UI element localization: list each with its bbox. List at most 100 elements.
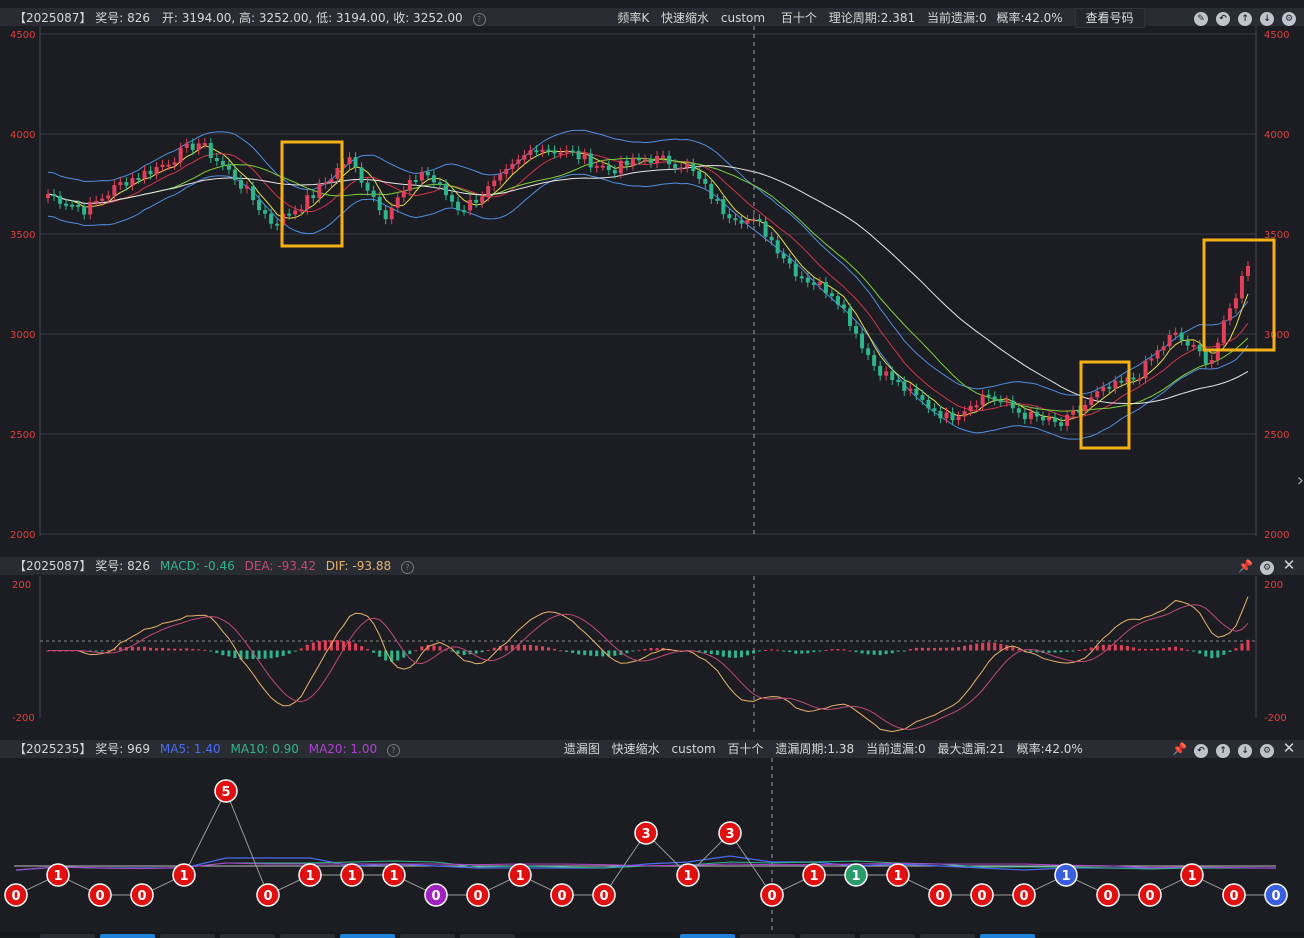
miss-node[interactable]: 1 xyxy=(1180,863,1204,887)
miss-node[interactable]: 1 xyxy=(676,863,700,887)
macd-bar xyxy=(293,650,297,652)
miss-node[interactable]: 1 xyxy=(172,863,196,887)
miss-node-value: 0 xyxy=(977,889,986,904)
macd-bar xyxy=(317,641,321,651)
candle xyxy=(1071,410,1076,415)
miss-settings-icon[interactable]: ⚙ xyxy=(1260,744,1274,758)
miss-node-value: 1 xyxy=(851,869,860,884)
macd-bar xyxy=(1047,650,1051,653)
candle xyxy=(980,394,985,406)
miss-node[interactable]: 0 xyxy=(1138,883,1162,907)
miss-node-value: 0 xyxy=(1145,889,1154,904)
candle xyxy=(82,206,87,215)
candle xyxy=(462,210,467,213)
macd-bar xyxy=(534,645,538,651)
kline-chart[interactable]: 4500 45004000 40003500 35003000 30002500 2500… xyxy=(0,26,1304,546)
miss-node[interactable]: 0 xyxy=(592,883,616,907)
tab-2[interactable] xyxy=(100,934,155,938)
edit-icon[interactable]: ✎ xyxy=(1194,12,1208,26)
miss-node[interactable]: 0 xyxy=(760,883,784,907)
macd-settings-icon[interactable]: ⚙ xyxy=(1260,561,1274,575)
macd-chart[interactable]: 200 200 -200 -200 xyxy=(0,576,1304,736)
miss-node[interactable]: 0 xyxy=(130,883,154,907)
undo-icon[interactable]: ↶ xyxy=(1216,12,1230,26)
close-icon[interactable]: ✕ xyxy=(1282,558,1296,573)
tab-7[interactable] xyxy=(400,934,455,938)
tab-14[interactable] xyxy=(980,934,1035,938)
candle xyxy=(1221,320,1226,343)
miss-node[interactable]: 0 xyxy=(1096,883,1120,907)
miss-node[interactable]: 1 xyxy=(298,863,322,887)
miss-node[interactable]: 1 xyxy=(802,863,826,887)
pin-icon[interactable]: 📌 xyxy=(1238,559,1253,573)
tab-8[interactable] xyxy=(460,934,515,938)
candle xyxy=(166,164,171,167)
miss-node[interactable]: 0 xyxy=(466,883,490,907)
macd-bar xyxy=(776,649,780,651)
ohlc-values: 开: 3194.00, 高: 3252.00, 低: 3194.00, 收: 3… xyxy=(161,11,463,25)
tab-12[interactable] xyxy=(860,934,915,938)
miss-node[interactable]: 1 xyxy=(508,863,532,887)
bottom-tab-strip xyxy=(0,932,1304,938)
miss-up-icon[interactable]: ↑ xyxy=(1216,744,1230,758)
candle xyxy=(558,152,563,155)
miss-undo-icon[interactable]: ↶ xyxy=(1194,744,1208,758)
tab-13[interactable] xyxy=(920,934,975,938)
miss-node[interactable]: 0 xyxy=(550,883,574,907)
miss-chart[interactable]: 0 1 0 0 1 5 0 1 1 1 0 0 1 0 0 3 1 3 0 1 1 1 0 0 0 1 0 0 1 0 0 xyxy=(0,758,1304,932)
candle xyxy=(920,395,925,400)
arrow-down-icon[interactable]: ↓ xyxy=(1260,12,1274,26)
macd-bar xyxy=(613,650,617,656)
miss-node[interactable]: 3 xyxy=(634,821,658,845)
miss-node[interactable]: 0 xyxy=(970,883,994,907)
miss-close-icon[interactable]: ✕ xyxy=(1282,741,1296,756)
miss-node[interactable]: 1 xyxy=(886,863,910,887)
miss-node[interactable]: 3 xyxy=(718,821,742,845)
miss-node[interactable]: 5 xyxy=(214,779,238,803)
tab-3[interactable] xyxy=(160,934,215,938)
macd-bar xyxy=(1143,648,1147,651)
macd-help-icon[interactable]: ? xyxy=(400,561,414,574)
candle xyxy=(148,170,153,175)
miss-node[interactable]: 0 xyxy=(1222,883,1246,907)
settings-icon[interactable]: ⚙ xyxy=(1282,12,1296,26)
miss-node[interactable]: 1 xyxy=(1054,863,1078,887)
tab-10[interactable] xyxy=(740,934,795,938)
miss-pin-icon[interactable]: 📌 xyxy=(1172,742,1187,756)
miss-node[interactable]: 0 xyxy=(256,883,280,907)
y-tick-right: 4500 xyxy=(1264,30,1289,41)
tab-4[interactable] xyxy=(220,934,275,938)
macd-tick-right: -200 xyxy=(1264,713,1287,724)
macd-bar xyxy=(1234,648,1238,651)
candle xyxy=(1047,417,1052,421)
tab-6[interactable] xyxy=(340,934,395,938)
candle xyxy=(896,379,901,382)
arrow-up-icon[interactable]: ↑ xyxy=(1238,12,1252,26)
miss-node[interactable]: 0 xyxy=(4,883,28,907)
miss-node[interactable]: 0 xyxy=(1264,883,1288,907)
miss-node[interactable]: 1 xyxy=(844,863,868,887)
miss-node[interactable]: 0 xyxy=(928,883,952,907)
miss-node[interactable]: 1 xyxy=(46,863,70,887)
tab-1[interactable] xyxy=(40,934,95,938)
miss-help-icon[interactable]: ? xyxy=(386,744,400,757)
candle xyxy=(1185,340,1190,346)
miss-down-icon[interactable]: ↓ xyxy=(1238,744,1252,758)
y-tick-right: 2000 xyxy=(1264,530,1289,541)
macd-bar xyxy=(263,650,267,659)
miss-node[interactable]: 0 xyxy=(1012,883,1036,907)
miss-node[interactable]: 1 xyxy=(340,863,364,887)
candle xyxy=(679,167,684,170)
help-icon[interactable]: ? xyxy=(472,13,486,26)
miss-node[interactable]: 0 xyxy=(424,883,448,907)
tab-5[interactable] xyxy=(280,934,335,938)
macd-bar xyxy=(94,650,98,652)
ma20-value: MA20: 1.00 xyxy=(308,742,378,756)
tab-11[interactable] xyxy=(800,934,855,938)
miss-node[interactable]: 1 xyxy=(382,863,406,887)
candle xyxy=(914,388,919,396)
tab-9[interactable] xyxy=(680,934,735,938)
view-numbers-button[interactable]: 查看号码 xyxy=(1074,8,1145,28)
collapse-arrow-icon[interactable]: › xyxy=(1297,470,1304,491)
miss-node[interactable]: 0 xyxy=(88,883,112,907)
